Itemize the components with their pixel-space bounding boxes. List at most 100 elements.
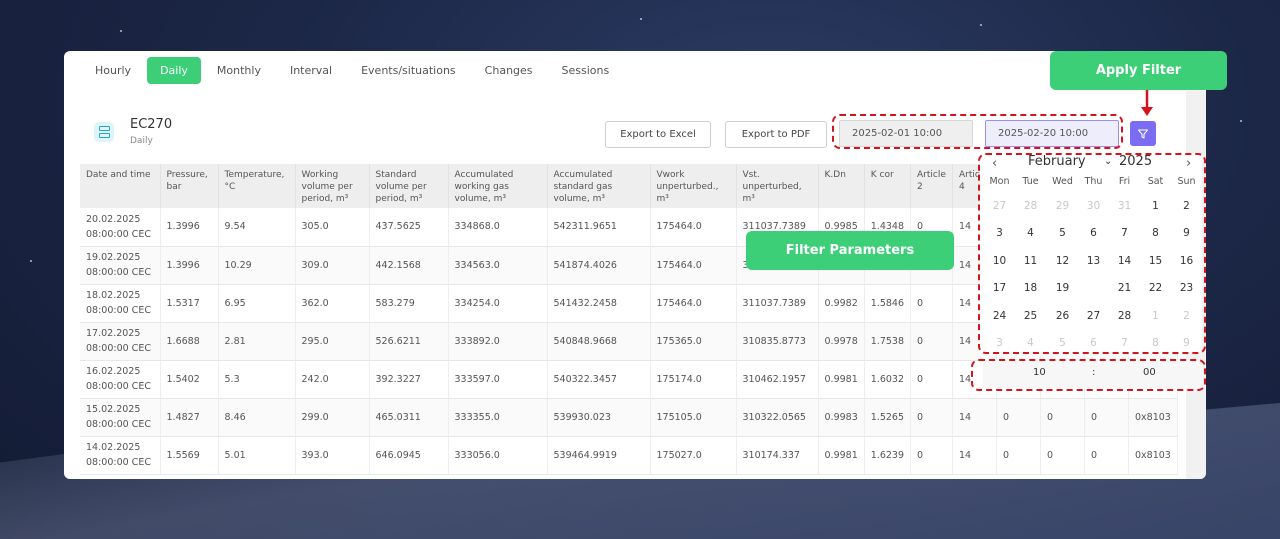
table-cell: 0x8103: [1128, 436, 1178, 475]
table-cell: 175105.0: [650, 398, 737, 437]
column-header: Accumulated standard gas volume, m³: [547, 164, 651, 208]
table-cell: 242.0: [295, 360, 370, 399]
table-cell: 175464.0: [650, 284, 737, 323]
table-cell: 542311.9651: [547, 208, 651, 247]
tab-daily[interactable]: Daily: [147, 57, 201, 84]
table-cell: 175365.0: [650, 322, 737, 361]
table-cell: 393.0: [295, 436, 370, 475]
table-row[interactable]: 15.02.2025 08:00:00 CEC 1.4827 8.46 299.0 465…: [80, 398, 1178, 437]
table-cell: 309.0: [295, 246, 370, 285]
table-cell: 539930.023: [547, 398, 651, 437]
tab-hourly[interactable]: Hourly: [82, 57, 144, 84]
table-cell: 1.4827: [160, 398, 219, 437]
tab-interval[interactable]: Interval: [277, 57, 345, 84]
table-cell: 541432.2458: [547, 284, 651, 323]
period-tabs: Hourly Daily Monthly Interval Events/situati…: [82, 57, 625, 84]
table-cell: 0: [910, 436, 953, 475]
table-cell: 175027.0: [650, 436, 737, 475]
table-cell: 334868.0: [448, 208, 548, 247]
table-cell: 310462.1957: [736, 360, 819, 399]
server-icon: [94, 122, 114, 142]
tab-monthly[interactable]: Monthly: [204, 57, 274, 84]
export-excel-button[interactable]: Export to Excel: [605, 121, 711, 148]
table-cell: 2.81: [218, 322, 296, 361]
tab-sessions[interactable]: Sessions: [549, 57, 623, 84]
background-star: [120, 30, 122, 32]
table-cell: 0: [1040, 398, 1085, 437]
table-cell: 0.9981: [818, 360, 865, 399]
table-cell: 1.6688: [160, 322, 219, 361]
table-cell: 17.02.2025 08:00:00 CEC: [80, 322, 161, 361]
table-cell: 0: [910, 360, 953, 399]
table-cell: 0.9982: [818, 284, 865, 323]
table-cell: 362.0: [295, 284, 370, 323]
table-cell: 310835.8773: [736, 322, 819, 361]
tab-changes[interactable]: Changes: [472, 57, 546, 84]
table-cell: 5.01: [218, 436, 296, 475]
table-cell: 0: [1040, 436, 1085, 475]
table-cell: 15.02.2025 08:00:00 CEC: [80, 398, 161, 437]
date-range-highlight: [832, 114, 1123, 149]
callout-arrow-icon: [1141, 90, 1153, 116]
table-cell: 334254.0: [448, 284, 548, 323]
table-cell: 1.6032: [864, 360, 912, 399]
table-cell: 1.5402: [160, 360, 219, 399]
table-cell: 0.9983: [818, 398, 865, 437]
calendar-highlight: [978, 153, 1206, 354]
table-cell: 175464.0: [650, 246, 737, 285]
table-cell: 310174.337: [736, 436, 819, 475]
column-header: Vst. unperturbed, m³: [736, 164, 819, 208]
table-cell: 541874.4026: [547, 246, 651, 285]
table-cell: 333355.0: [448, 398, 548, 437]
table-cell: 8.46: [218, 398, 296, 437]
table-cell: 1.6239: [864, 436, 912, 475]
table-cell: 16.02.2025 08:00:00 CEC: [80, 360, 161, 399]
table-cell: 1.3996: [160, 246, 219, 285]
background-star: [640, 18, 642, 20]
table-cell: 0: [910, 398, 953, 437]
table-cell: 1.5317: [160, 284, 219, 323]
table-cell: 0: [910, 284, 953, 323]
column-header: Article 2: [910, 164, 953, 208]
table-cell: 175464.0: [650, 208, 737, 247]
table-cell: 333892.0: [448, 322, 548, 361]
table-cell: 14: [952, 398, 997, 437]
table-cell: 175174.0: [650, 360, 737, 399]
table-cell: 14.02.2025 08:00:00 CEC: [80, 436, 161, 475]
table-cell: 1.5846: [864, 284, 912, 323]
table-cell: 540322.3457: [547, 360, 651, 399]
table-cell: 9.54: [218, 208, 296, 247]
table-cell: 1.5265: [864, 398, 912, 437]
table-cell: 305.0: [295, 208, 370, 247]
table-cell: 0: [910, 322, 953, 361]
table-cell: 0.9981: [818, 436, 865, 475]
table-cell: 334563.0: [448, 246, 548, 285]
table-cell: 540848.9668: [547, 322, 651, 361]
device-name: EC270: [130, 117, 173, 132]
tab-events-situations[interactable]: Events/situations: [348, 57, 469, 84]
background-star: [980, 24, 982, 26]
filter-icon: [1137, 128, 1149, 139]
background-star: [30, 260, 32, 262]
apply-filter-button[interactable]: [1130, 121, 1156, 146]
table-cell: 526.6211: [369, 322, 449, 361]
table-cell: 19.02.2025 08:00:00 CEC: [80, 246, 161, 285]
table-cell: 333597.0: [448, 360, 548, 399]
table-cell: 1.5569: [160, 436, 219, 475]
table-cell: 1.3996: [160, 208, 219, 247]
table-cell: 437.5625: [369, 208, 449, 247]
export-pdf-button[interactable]: Export to PDF: [725, 121, 827, 148]
device-subtitle: Daily: [130, 136, 153, 146]
table-cell: 465.0311: [369, 398, 449, 437]
column-header: Working volume per period, m³: [295, 164, 370, 208]
table-cell: 310322.0565: [736, 398, 819, 437]
table-cell: 295.0: [295, 322, 370, 361]
table-cell: 311037.7389: [736, 284, 819, 323]
column-header: Accumulated working gas volume, m³: [448, 164, 548, 208]
table-cell: 0: [1084, 398, 1129, 437]
table-cell: 0: [996, 436, 1041, 475]
table-cell: 583.279: [369, 284, 449, 323]
filter-parameters-callout: Filter Parameters: [746, 231, 954, 270]
table-row[interactable]: 14.02.2025 08:00:00 CEC 1.5569 5.01 393.0 646…: [80, 436, 1178, 475]
background-star: [1240, 120, 1242, 122]
